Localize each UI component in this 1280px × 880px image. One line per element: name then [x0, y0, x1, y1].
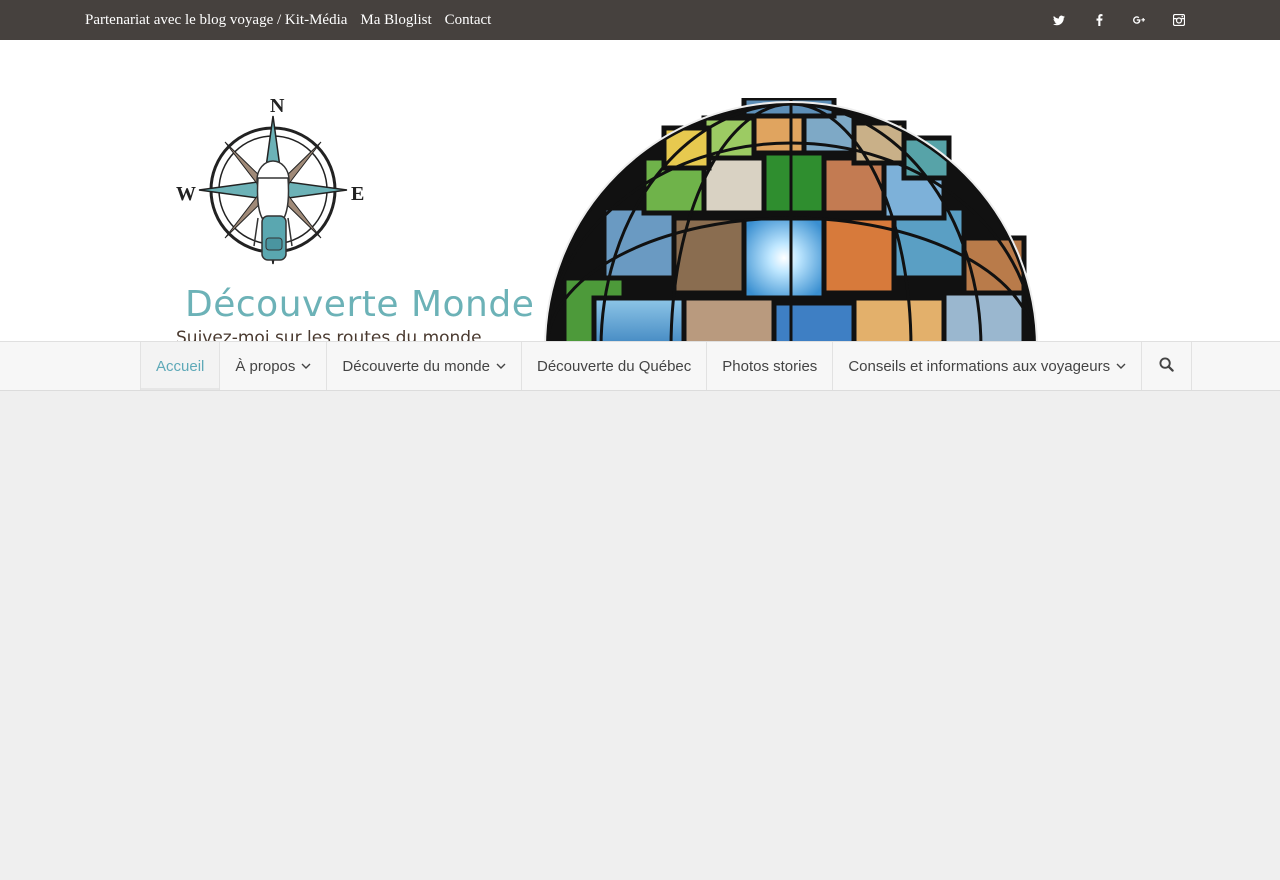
compass-west: W: [176, 183, 196, 205]
chevron-down-icon: [301, 363, 311, 370]
menu-item-label: Accueil: [156, 357, 205, 375]
menu-item-a-propos[interactable]: À propos: [220, 342, 328, 390]
search-button[interactable]: [1142, 342, 1193, 390]
compass-east: E: [351, 183, 364, 205]
search-icon: [1159, 356, 1174, 376]
google-plus-icon[interactable]: [1133, 14, 1145, 26]
main-navigation: Accueil À propos Découverte du monde Déc…: [0, 341, 1280, 391]
menu-item-label: Découverte du Québec: [537, 357, 692, 375]
chevron-down-icon: [1116, 363, 1126, 370]
social-links: [1053, 0, 1185, 40]
site-header: N W E Découverte Monde Suivez-moi sur le…: [0, 40, 1280, 356]
top-link-bloglist[interactable]: Ma Bloglist: [360, 12, 431, 29]
menu-item-label: À propos: [235, 357, 296, 375]
menu-item-label: Découverte du monde: [342, 357, 490, 375]
twitter-icon[interactable]: [1053, 14, 1065, 26]
facebook-icon[interactable]: [1093, 14, 1105, 26]
site-logo[interactable]: N W E Découverte Monde Suivez-moi sur le…: [170, 96, 534, 354]
top-link-contact[interactable]: Contact: [445, 12, 492, 29]
compass-north: N: [270, 96, 285, 117]
top-link-partenariat[interactable]: Partenariat avec le blog voyage / Kit-Mé…: [85, 12, 347, 29]
chevron-down-icon: [496, 363, 506, 370]
menu-item-decouverte-quebec[interactable]: Découverte du Québec: [522, 342, 708, 390]
menu-item-label: Photos stories: [722, 357, 818, 375]
instagram-icon[interactable]: [1173, 14, 1185, 26]
menu-item-conseils[interactable]: Conseils et informations aux voyageurs: [833, 342, 1143, 390]
top-links: Partenariat avec le blog voyage / Kit-Mé…: [85, 0, 491, 40]
site-title: Découverte Monde: [185, 284, 535, 325]
main-menu: Accueil À propos Découverte du monde Déc…: [140, 342, 1193, 390]
menu-item-decouverte-monde[interactable]: Découverte du monde: [327, 342, 522, 390]
compass-logo-icon: N W E: [176, 96, 364, 265]
menu-item-accueil[interactable]: Accueil: [141, 342, 221, 390]
menu-item-photos-stories[interactable]: Photos stories: [707, 342, 834, 390]
top-bar: Partenariat avec le blog voyage / Kit-Mé…: [0, 0, 1280, 40]
menu-item-label: Conseils et informations aux voyageurs: [848, 357, 1111, 375]
globe-photo-collage-icon: [544, 98, 1038, 356]
